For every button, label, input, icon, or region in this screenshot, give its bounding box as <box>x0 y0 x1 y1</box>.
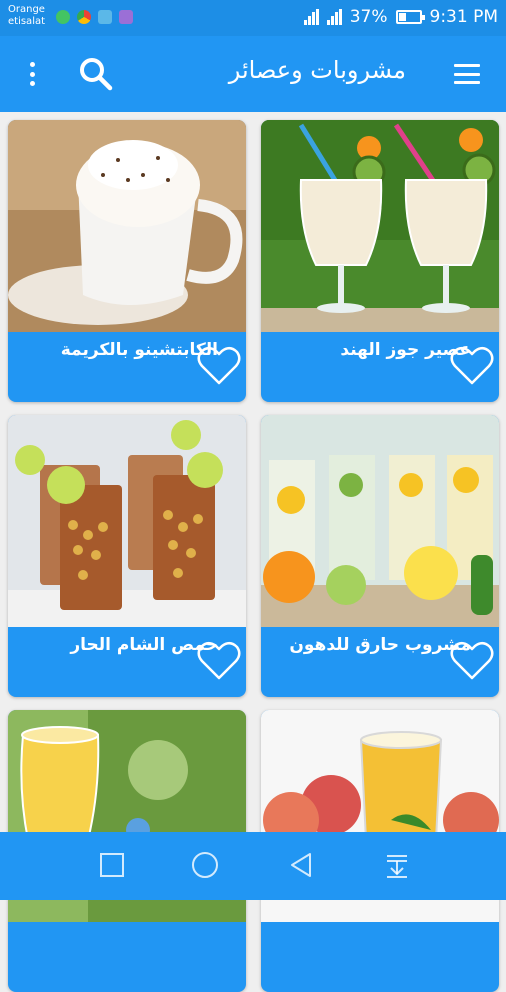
signal-icon-2 <box>326 9 342 25</box>
battery-fill <box>398 13 406 21</box>
notification-icons <box>56 10 133 24</box>
favorite-heart-icon[interactable] <box>196 640 242 682</box>
search-icon[interactable] <box>76 54 116 94</box>
notification-pull-icon[interactable] <box>382 850 412 880</box>
cappuccino-photo <box>8 120 246 332</box>
favorite-heart-icon[interactable] <box>449 345 495 387</box>
status-bar: Orange etisalat 37% 9:31 PM <box>0 0 506 36</box>
carrier-line-1: Orange <box>8 4 45 15</box>
chrome-icon <box>77 10 91 24</box>
system-nav-bar <box>0 832 506 900</box>
coconut-juice-photo <box>261 120 499 332</box>
app-bar: مشروبات وعصائر <box>0 36 506 112</box>
favorite-heart-icon[interactable] <box>196 345 242 387</box>
home-circle-icon[interactable] <box>190 850 220 880</box>
favorite-heart-icon[interactable] <box>449 640 495 682</box>
more-vert-icon[interactable] <box>24 58 40 90</box>
app-title: مشروبات وعصائر <box>228 56 406 84</box>
carrier-line-2: etisalat <box>8 16 46 27</box>
clock: 9:31 PM <box>429 7 499 27</box>
carrier-name: Orange etisalat <box>8 4 45 28</box>
drink-card[interactable]: عصير جوز الهند <box>261 120 499 402</box>
hot-chickpea-drink-photo <box>8 415 246 627</box>
drink-name: الكابتشينو بالكريمة <box>60 340 218 360</box>
drink-card[interactable]: مشروب حارق للدهون <box>261 415 499 697</box>
battery-icon <box>395 10 425 24</box>
app-icon <box>119 10 133 24</box>
signal-icon <box>303 9 319 25</box>
drink-card[interactable]: الكابتشينو بالكريمة <box>8 120 246 402</box>
menu-icon[interactable] <box>454 64 480 84</box>
drink-name: مشروب حارق للدهون <box>289 635 471 655</box>
battery-percent: 37% <box>349 7 388 27</box>
fat-burning-drink-photo <box>261 415 499 627</box>
globe-icon <box>56 10 70 24</box>
drink-card[interactable]: حمص الشام الحار <box>8 415 246 697</box>
gallery-icon <box>98 10 112 24</box>
back-triangle-icon[interactable] <box>286 850 316 880</box>
recents-square-icon[interactable] <box>97 850 127 880</box>
